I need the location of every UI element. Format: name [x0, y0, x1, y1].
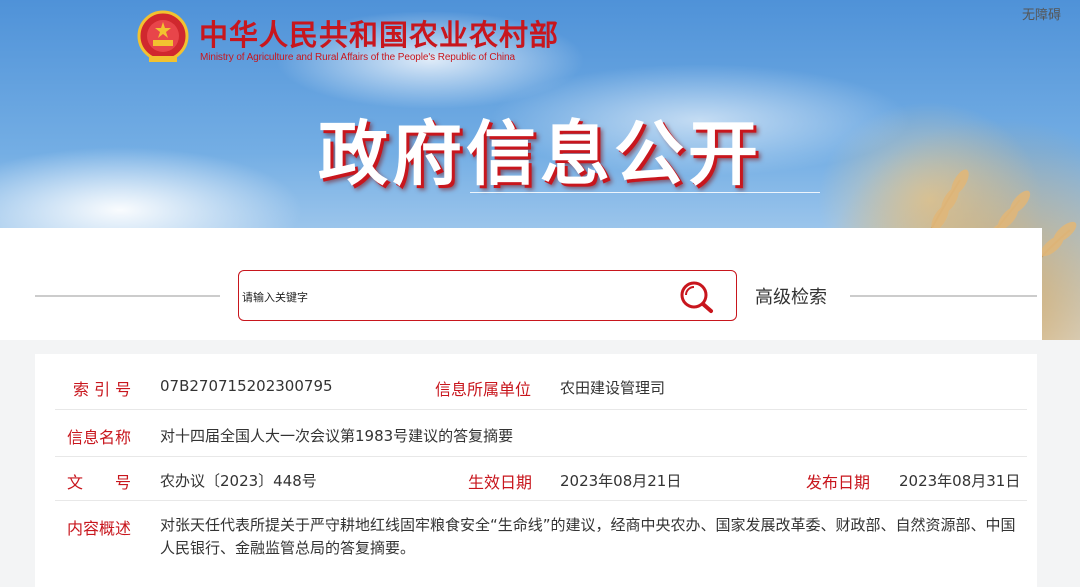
ministry-name-cn[interactable]: 中华人民共和国农业农村部	[199, 12, 559, 54]
effective-date-label: 生效日期	[468, 473, 533, 492]
row-divider	[55, 409, 1027, 410]
search-divider-left	[35, 295, 220, 297]
row-divider	[55, 456, 1027, 457]
summary-label: 内容概述	[67, 519, 132, 538]
row-divider	[55, 500, 1027, 501]
unit-value: 农田建设管理司	[560, 379, 666, 397]
unit-label: 信息所属单位	[435, 380, 532, 399]
advanced-search-link[interactable]: 高级检索	[755, 283, 827, 309]
search-placeholder: 请输入关键字	[242, 291, 308, 304]
info-name-label: 信息名称	[67, 428, 132, 447]
effective-date-value: 2023年08月21日	[560, 472, 682, 490]
publish-date-label: 发布日期	[806, 473, 871, 492]
accessibility-link[interactable]: 无障碍	[1022, 4, 1061, 23]
summary-value: 对张天任代表所提关于严守耕地红线固牢粮食安全“生命线”的建议，经商中央农办、国家…	[160, 516, 1016, 557]
doc-number-label: 文 号	[67, 473, 132, 492]
search-input[interactable]: 请输入关键字	[238, 270, 737, 321]
banner-title: 政府信息公开	[318, 113, 762, 195]
search-icon[interactable]	[678, 280, 714, 314]
index-number-label: 索 引 号	[73, 380, 132, 399]
info-name-value: 对十四届全国人大一次会议第1983号建议的答复摘要	[160, 427, 514, 445]
banner-title-underline	[470, 192, 820, 193]
index-number-value: 07B270715202300795	[160, 377, 333, 395]
ministry-name-en: Ministry of Agriculture and Rural Affair…	[200, 52, 515, 63]
doc-number-value: 农办议〔2023〕448号	[160, 472, 317, 490]
national-emblem-icon	[137, 10, 189, 62]
search-divider-right	[850, 295, 1037, 297]
publish-date-value: 2023年08月31日	[899, 472, 1021, 490]
